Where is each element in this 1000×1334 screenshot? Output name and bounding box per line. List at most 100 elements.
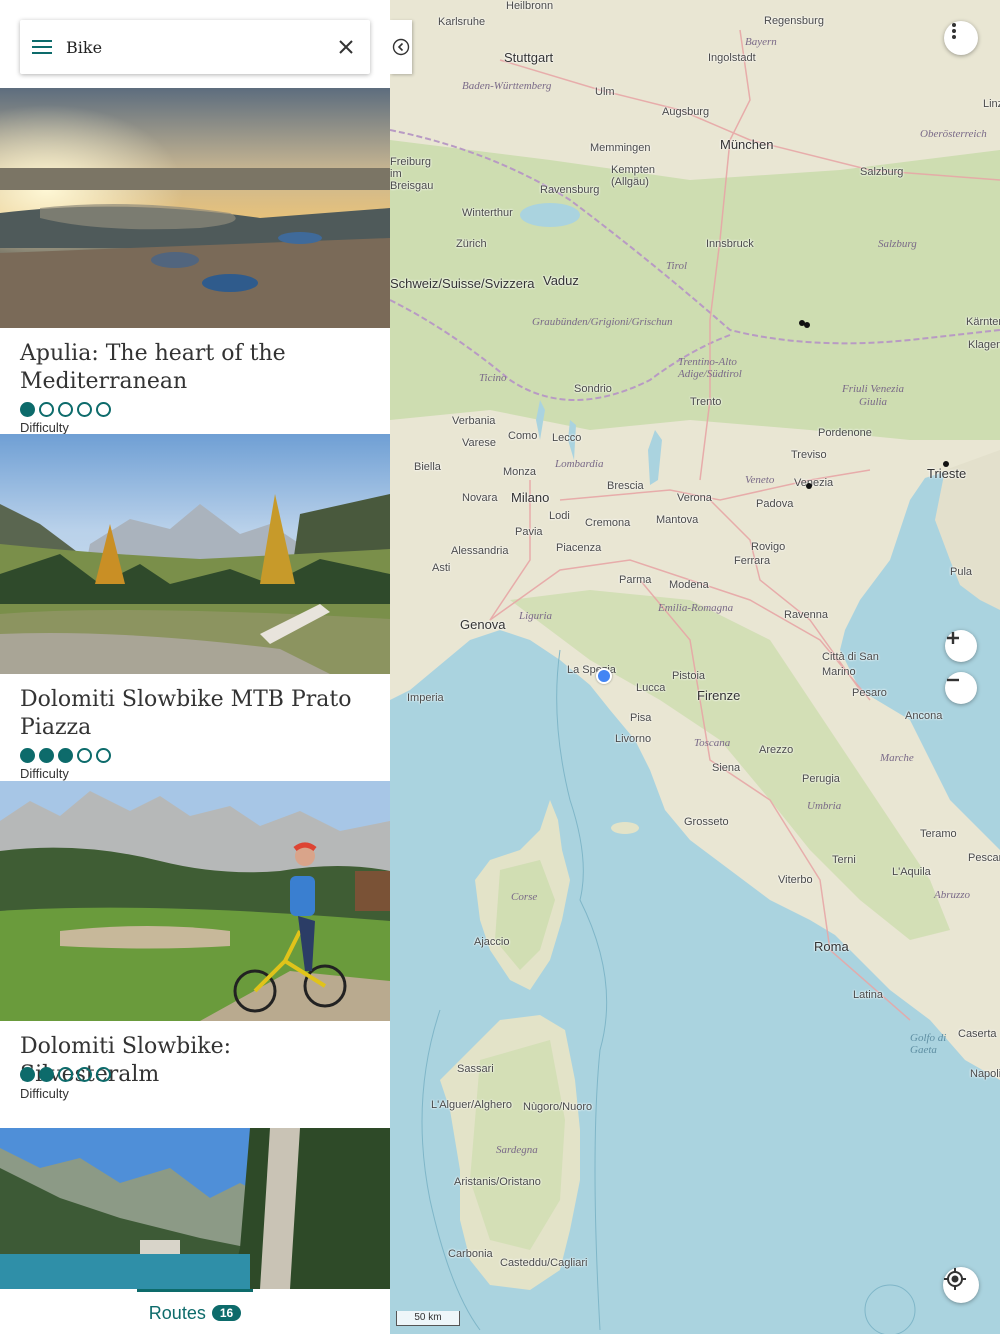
route-card[interactable]: Dolomiti Slowbike: Silvesteralm Difficul…: [0, 781, 390, 1128]
menu-button[interactable]: [20, 20, 64, 74]
map-label: Klagenfurt: [968, 339, 1000, 351]
map-label: Carbonia: [448, 1248, 493, 1260]
map-label: Verona: [677, 492, 712, 504]
difficulty-dot: [96, 1067, 111, 1082]
map-label: Golfo di Gaeta: [910, 1032, 947, 1056]
tab-routes[interactable]: Routes 16: [137, 1289, 253, 1334]
map-label: Regensburg: [764, 15, 824, 27]
minus-icon: [947, 678, 959, 682]
difficulty-rating: [20, 1067, 111, 1082]
map-label: Pescara: [968, 852, 1000, 864]
map-label: Stuttgart: [504, 50, 554, 65]
difficulty-label: Difficulty: [20, 766, 69, 781]
map-label: Cremona: [585, 517, 631, 529]
map-label: Verbania: [452, 415, 496, 427]
difficulty-label: Difficulty: [20, 1086, 69, 1101]
map-label: Brescia: [607, 480, 644, 492]
map-label: Latina: [853, 989, 883, 1001]
plus-icon: [947, 632, 959, 644]
map-label: L'Alguer/Alghero: [431, 1099, 512, 1111]
map-label: Graubünden/Grigioni/Grischun: [532, 316, 673, 328]
map-label: Padova: [756, 498, 794, 510]
map-label: Milano: [511, 490, 550, 505]
map-label: Winterthur: [462, 207, 513, 219]
difficulty-dot: [39, 748, 54, 763]
map-label: Varese: [462, 437, 497, 449]
difficulty-dot: [58, 1067, 73, 1082]
map-label: Baden-Württemberg: [462, 80, 552, 92]
bottom-tab-bar: Routes 16: [0, 1289, 390, 1334]
map-label: Marche: [880, 752, 914, 764]
route-title: Dolomiti Slowbike MTB Prato Piazza: [20, 687, 352, 740]
map-label: Augsburg: [662, 106, 710, 118]
difficulty-dot: [20, 1067, 35, 1082]
tab-routes-label: Routes: [148, 1302, 206, 1323]
route-card[interactable]: Apulia: The heart of the Mediterranean D…: [0, 88, 390, 435]
map-label: Novara: [462, 492, 498, 504]
map-label: Umbria: [807, 800, 842, 812]
map-label: Alessandria: [451, 545, 509, 557]
map-label: Corse: [511, 891, 538, 903]
difficulty-dot: [39, 402, 54, 417]
more-options-button[interactable]: [944, 21, 978, 55]
search-bar: [20, 20, 370, 74]
map-label: Livorno: [615, 733, 652, 745]
map-label: Ravensburg: [540, 184, 600, 196]
map-label: Pisa: [630, 712, 652, 724]
map-label: Heilbronn: [506, 0, 554, 12]
map-label: Freiburg im Breisgau: [390, 156, 434, 192]
difficulty-dot: [58, 748, 73, 763]
route-photo: [0, 781, 390, 1021]
route-marker[interactable]: [804, 322, 810, 328]
hamburger-icon: [32, 40, 52, 54]
difficulty-dot: [77, 748, 92, 763]
difficulty-dot: [96, 748, 111, 763]
map-label: Terni: [832, 854, 856, 866]
current-location-marker: [596, 668, 612, 684]
map-label: Ulm: [595, 86, 615, 98]
difficulty-dot: [96, 402, 111, 417]
route-list-panel: Apulia: The heart of the Mediterranean D…: [0, 0, 390, 1334]
difficulty-dot: [39, 1067, 54, 1082]
difficulty-rating: [20, 748, 111, 763]
map-label: Grosseto: [684, 816, 729, 828]
map-label: Arezzo: [759, 744, 794, 756]
clear-search-button[interactable]: [322, 20, 370, 74]
map-label: Aristanis/Oristano: [454, 1176, 541, 1188]
map-label: L'Aquila: [892, 866, 931, 878]
map-label: Genova: [460, 617, 506, 632]
map-label: Modena: [669, 579, 709, 591]
map-label: Trento: [690, 396, 722, 408]
map-label: Sondrio: [574, 383, 612, 395]
map-label: Tirol: [666, 260, 687, 272]
collapse-panel-button[interactable]: [390, 20, 412, 74]
map-label: Pordenone: [818, 427, 872, 439]
zoom-in-button[interactable]: [945, 630, 977, 662]
route-marker[interactable]: [943, 461, 949, 467]
map-label: Caserta: [958, 1028, 997, 1040]
search-input[interactable]: [64, 26, 322, 68]
map-label: Rovigo: [751, 541, 786, 553]
map-label: Salzburg: [860, 166, 904, 178]
crosshair-icon: [944, 1268, 966, 1290]
map-label: Nùgoro/Nuoro: [523, 1101, 593, 1113]
map-label: Firenze: [697, 688, 741, 703]
map-label: Vaduz: [543, 273, 579, 288]
route-card[interactable]: [0, 1128, 390, 1289]
map-label: Lucca: [636, 682, 666, 694]
map-label: Veneto: [745, 474, 775, 486]
map-label: Sardegna: [496, 1144, 538, 1156]
map-label: München: [720, 137, 774, 152]
my-location-button[interactable]: [943, 1267, 979, 1303]
map-view[interactable]: Heilbronn Karlsruhe Regensburg Bayern St…: [390, 0, 1000, 1334]
route-marker[interactable]: [806, 483, 812, 489]
map-label: Innsbruck: [706, 238, 754, 250]
route-photo: [0, 88, 390, 328]
difficulty-dot: [77, 1067, 92, 1082]
difficulty-dot: [20, 402, 35, 417]
map-label: Lombardia: [555, 458, 604, 470]
route-card[interactable]: Dolomiti Slowbike MTB Prato Piazza Diffi…: [0, 434, 390, 781]
zoom-out-button[interactable]: [945, 672, 977, 704]
map-label: Bayern: [745, 36, 777, 48]
map-label: Memmingen: [590, 142, 651, 154]
